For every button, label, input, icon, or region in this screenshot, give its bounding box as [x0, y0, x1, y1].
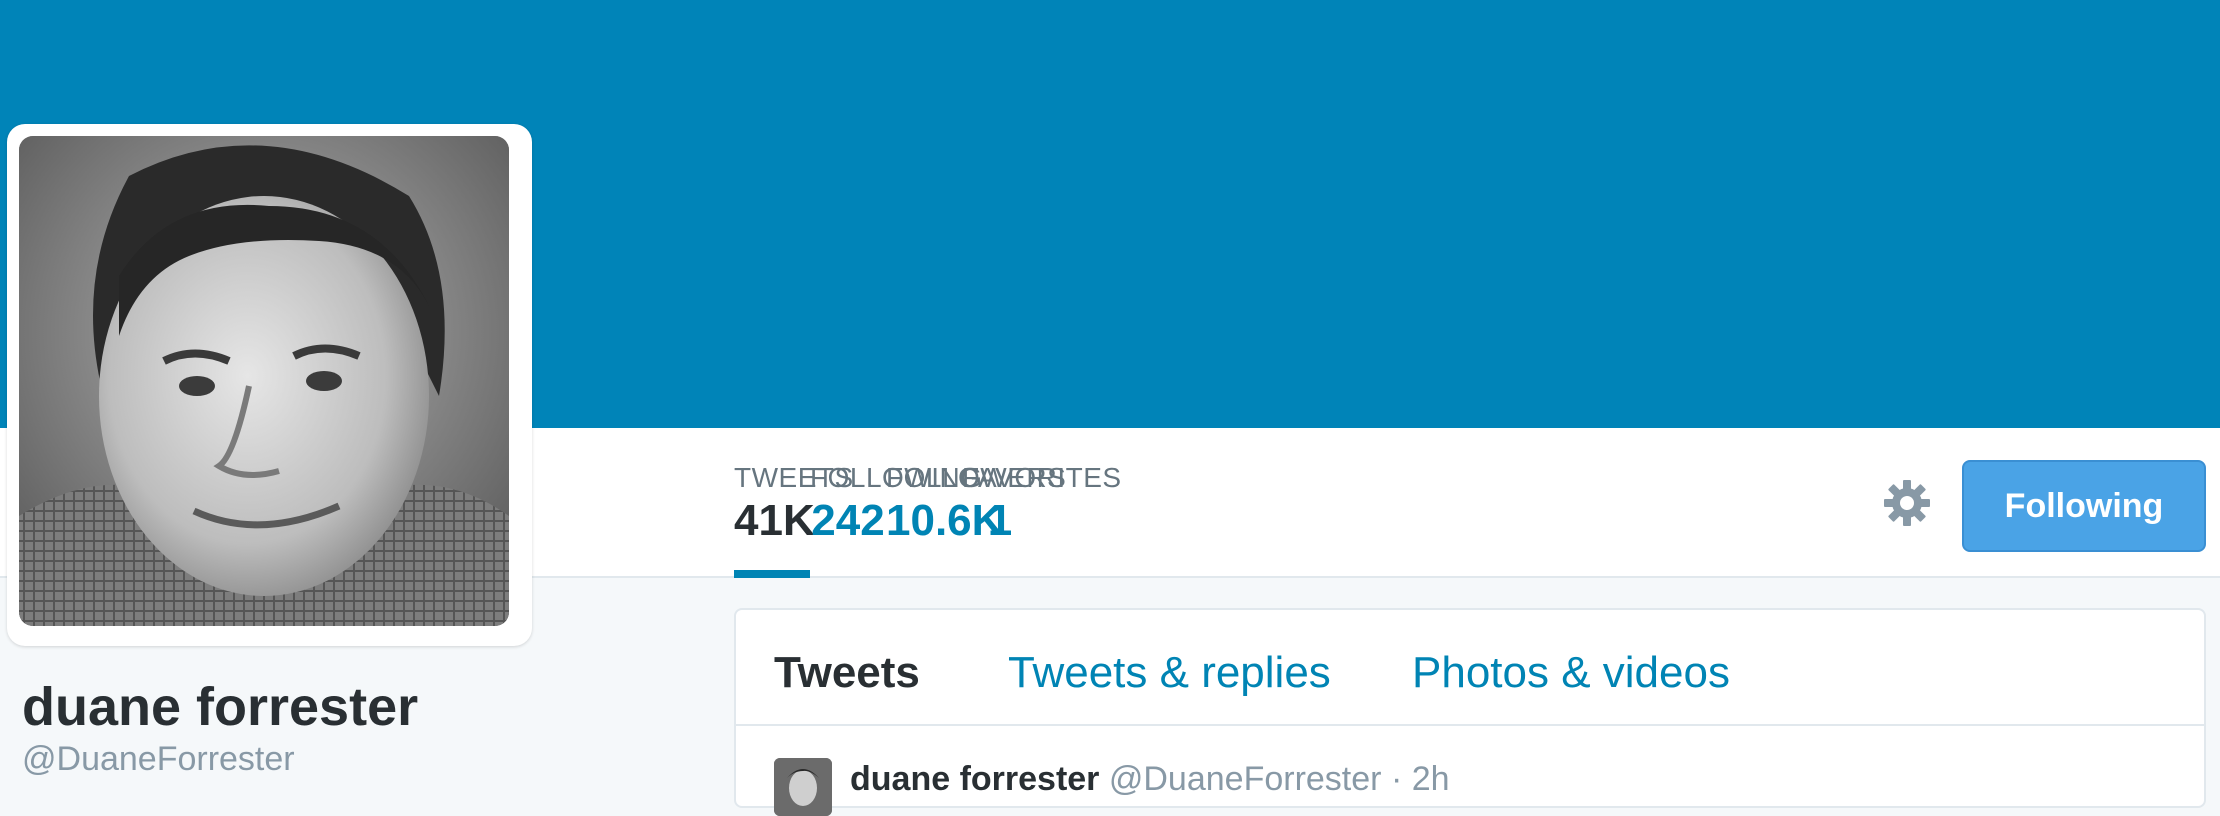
stat-followers[interactable]: FOLLOWERS 10.6K — [886, 428, 1067, 578]
tweet-separator: · — [1390, 760, 1403, 798]
tweet-author-name[interactable]: duane forrester — [850, 760, 1099, 798]
stat-value: 10.6K — [886, 496, 1004, 545]
tweet-avatar[interactable] — [774, 758, 832, 816]
profile-handle[interactable]: @DuaneForrester — [22, 740, 295, 779]
stat-value: 1 — [987, 496, 1013, 545]
tab-tweets[interactable]: Tweets — [774, 648, 920, 698]
stat-tweets[interactable]: TWEETS 41K — [734, 428, 854, 578]
tab-tweets-replies[interactable]: Tweets & replies — [1008, 648, 1331, 698]
tweet-avatar-icon — [774, 758, 832, 816]
stat-value: 41K — [734, 496, 815, 545]
stat-following[interactable]: FOLLOWING 242 — [810, 428, 983, 578]
avatar-photo — [19, 136, 509, 626]
timeline-panel: Tweets Tweets & replies Photos & videos … — [734, 608, 2206, 816]
stat-label: FAVORITES — [962, 462, 1121, 494]
stat-label: TWEETS — [734, 462, 854, 493]
timeline-tabs: Tweets Tweets & replies Photos & videos — [736, 610, 2204, 726]
stat-label: FOLLOWERS — [886, 462, 1067, 493]
tweet-author-handle[interactable]: @DuaneForrester — [1109, 760, 1382, 798]
profile-stats: TWEETS 41K FOLLOWING 242 FOLLOWERS 10.6K… — [734, 428, 1121, 578]
profile-avatar[interactable] — [7, 124, 532, 646]
stat-value: 242 — [811, 496, 885, 545]
profile-name: duane forrester — [22, 677, 419, 737]
stat-favorites[interactable]: FAVORITES 1 — [962, 428, 1121, 578]
tab-photos-videos[interactable]: Photos & videos — [1412, 648, 1730, 698]
gear-icon[interactable] — [1882, 478, 1932, 528]
tweet-header: duane forrester @DuaneForrester · 2h — [850, 760, 1450, 799]
stat-label: FOLLOWING — [810, 462, 983, 493]
tweet-timestamp[interactable]: 2h — [1412, 760, 1450, 798]
avatar-portrait-icon — [19, 136, 509, 626]
following-button[interactable]: Following — [1962, 460, 2206, 552]
